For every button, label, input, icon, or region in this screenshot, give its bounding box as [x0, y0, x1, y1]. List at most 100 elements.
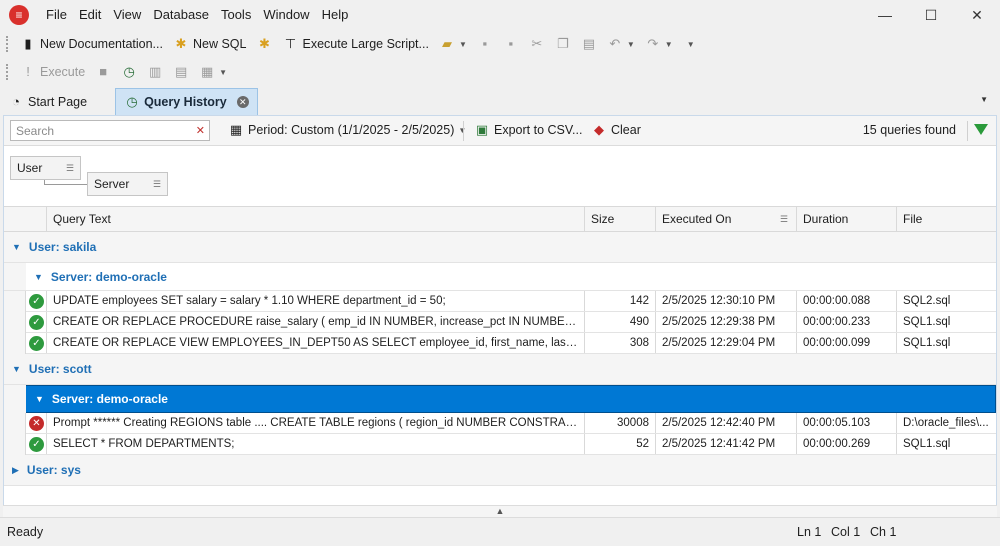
clear-button[interactable]: ◆ Clear — [591, 122, 641, 138]
group-by-area: User ☰ Server ☰ — [4, 147, 996, 205]
menu-tools[interactable]: Tools — [215, 0, 257, 30]
header-duration[interactable]: Duration — [796, 207, 896, 232]
execute-large-script-button[interactable]: ⊤ Execute Large Script... — [277, 32, 433, 56]
clear-search-icon[interactable]: ✕ — [196, 124, 205, 137]
toolbar-options-button[interactable]: ▼ — [678, 32, 700, 56]
query-profiler-button[interactable]: ▥ — [142, 60, 168, 84]
redo-button[interactable]: ↷ ▼ — [640, 32, 678, 56]
cell-executed-on: 2/5/2025 12:29:38 PM — [655, 312, 796, 332]
menu-view[interactable]: View — [107, 0, 147, 30]
grid-header: Query Text Size (Bytes) Executed On ☰ Du… — [4, 206, 996, 251]
cell-executed-on: 2/5/2025 12:30:10 PM — [655, 291, 796, 311]
cut-button[interactable]: ✂ — [524, 32, 550, 56]
group-row-user[interactable]: ▼ User: scott — [4, 354, 996, 385]
cell-size: 308 — [584, 333, 655, 353]
new-documentation-button[interactable]: ▮ New Documentation... — [15, 32, 168, 56]
tab-query-history[interactable]: ◷ Query History ✕ — [115, 88, 258, 115]
chevron-down-icon: ▼ — [664, 39, 673, 49]
redo-icon: ↷ — [647, 36, 659, 51]
new-sql-icon: ✱ — [175, 36, 187, 51]
history-icon: ◷ — [123, 64, 135, 79]
undo-button[interactable]: ↶ ▼ — [602, 32, 640, 56]
save-all-icon: ▪ — [508, 36, 514, 51]
paste-button[interactable]: ▤ — [576, 32, 602, 56]
stop-icon: ■ — [99, 64, 108, 79]
tab-list-chevron-icon[interactable]: ▼ — [980, 95, 988, 104]
menu-edit[interactable]: Edit — [73, 0, 107, 30]
cell-size: 142 — [584, 291, 655, 311]
cell-duration: 00:00:00.088 — [796, 291, 896, 311]
grid-options-button[interactable]: ▦ ▼ — [194, 60, 232, 84]
chevron-down-icon: ▼ — [458, 39, 467, 49]
group-row-user[interactable]: ▼ User: sakila — [4, 232, 996, 263]
error-icon: ✕ — [29, 416, 44, 431]
cell-file: SQL2.sql — [896, 291, 996, 311]
start-page-icon: ◔ — [12, 93, 20, 109]
save-all-button[interactable]: ▪ — [498, 32, 524, 56]
success-icon: ✓ — [29, 437, 44, 452]
calendar-icon: ▦ — [229, 122, 243, 137]
period-dropdown[interactable]: ▦ Period: Custom (1/1/2025 - 2/5/2025) ▼ — [228, 122, 466, 138]
cell-size: 52 — [584, 434, 655, 454]
search-box[interactable]: ✕ — [10, 120, 210, 141]
minimize-button[interactable]: — — [862, 0, 908, 30]
table-row[interactable]: ✕ Prompt ****** Creating REGIONS table .… — [4, 413, 996, 434]
header-size[interactable]: Size (Bytes) — [584, 207, 655, 251]
header-file[interactable]: File — [896, 207, 996, 232]
cell-size: 490 — [584, 312, 655, 332]
query-history-panel: ✕ ▦ Period: Custom (1/1/2025 - 2/5/2025)… — [3, 115, 997, 517]
open-button[interactable]: ▰ ▼ — [434, 32, 472, 56]
menu-window[interactable]: Window — [257, 0, 315, 30]
export-csv-button[interactable]: ▣ Export to CSV... — [474, 122, 583, 138]
tab-start-page[interactable]: ◔ Start Page — [0, 88, 95, 115]
execute-button[interactable]: ! Execute — [15, 60, 90, 84]
cell-size: 30008 — [584, 413, 655, 433]
group-row-server[interactable]: ▼ Server: demo-oracle — [4, 263, 996, 291]
menu-help[interactable]: Help — [316, 0, 355, 30]
close-tab-icon[interactable]: ✕ — [236, 96, 249, 108]
script-options-button[interactable]: ▤ — [168, 60, 194, 84]
chevron-down-icon: ▼ — [686, 39, 695, 49]
toolbar-grip[interactable] — [6, 64, 9, 80]
chevron-down-icon: ▼ — [219, 67, 228, 77]
stop-button[interactable]: ■ — [90, 60, 116, 84]
exclamation-icon: ! — [26, 64, 30, 79]
filter-icon[interactable] — [974, 124, 988, 135]
main-toolbar: ▮ New Documentation... ✱ New SQL ✱ ⊤ Exe… — [0, 30, 1000, 58]
table-row[interactable]: ✓ CREATE OR REPLACE PROCEDURE raise_sala… — [4, 312, 996, 333]
group-chip-server[interactable]: Server ☰ — [87, 172, 168, 196]
history-toolbar: ✕ ▦ Period: Custom (1/1/2025 - 2/5/2025)… — [4, 116, 996, 146]
panel-splitter[interactable]: ▲ — [3, 505, 997, 517]
table-row[interactable]: ✓ SELECT * FROM DEPARTMENTS; 52 2/5/2025… — [4, 434, 996, 455]
group-connector — [44, 180, 88, 185]
header-executed-on[interactable]: Executed On ☰ — [655, 207, 796, 232]
chevron-down-icon: ▼ — [35, 394, 44, 404]
query-history-button[interactable]: ◷ — [116, 60, 142, 84]
copy-button[interactable]: ❐ — [550, 32, 576, 56]
group-row-user-collapsed[interactable]: ▶ User: sys — [4, 455, 996, 486]
chevron-down-icon: ▼ — [12, 364, 21, 374]
close-button[interactable]: ✕ — [954, 0, 1000, 30]
execute-script-icon: ⊤ — [284, 36, 297, 51]
status-bar: Ready Ln 1 Col 1 Ch 1 — [0, 517, 1000, 546]
menu-database[interactable]: Database — [147, 0, 215, 30]
maximize-button[interactable]: ☐ — [908, 0, 954, 30]
header-query-text[interactable]: Query Text — [46, 207, 584, 232]
menu-file[interactable]: File — [40, 0, 73, 30]
grid-icon: ▦ — [201, 64, 214, 79]
group-chip-user[interactable]: User ☰ — [10, 156, 81, 180]
table-row[interactable]: ✓ UPDATE employees SET salary = salary *… — [4, 291, 996, 312]
search-input[interactable] — [16, 123, 186, 138]
new-sql-button[interactable]: ✱ New SQL — [168, 32, 252, 56]
column-indicator: Col 1 — [831, 525, 861, 539]
cell-query-text: CREATE OR REPLACE VIEW EMPLOYEES_IN_DEPT… — [46, 333, 584, 353]
chevron-right-icon: ▶ — [12, 464, 19, 475]
group-row-server-selected[interactable]: ▼ Server: demo-oracle — [4, 385, 996, 413]
eraser-icon: ◆ — [594, 122, 604, 137]
toolbar-grip[interactable] — [6, 36, 9, 52]
table-row[interactable]: ✓ CREATE OR REPLACE VIEW EMPLOYEES_IN_DE… — [4, 333, 996, 354]
execute-toolbar: ! Execute ■ ◷ ▥ ▤ ▦ ▼ — [0, 58, 1000, 86]
new-item-button[interactable]: ✱ — [251, 32, 277, 56]
app-logo-icon: ≡ — [9, 5, 29, 25]
save-button[interactable]: ▪ — [472, 32, 498, 56]
